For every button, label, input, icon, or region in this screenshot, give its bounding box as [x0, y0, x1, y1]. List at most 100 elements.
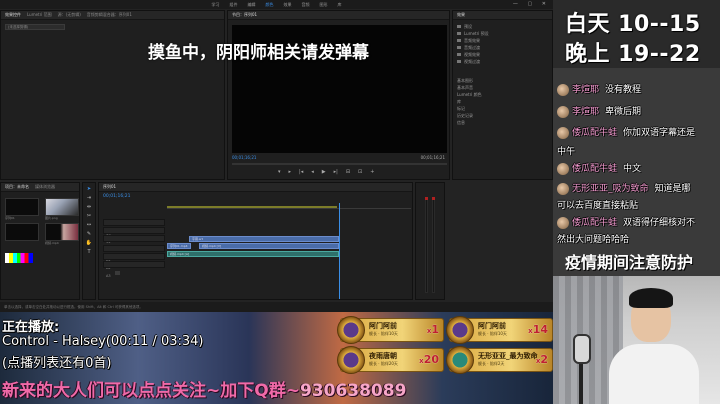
project-item-thumbnail[interactable]	[5, 198, 39, 216]
effects-tree-item[interactable]: 音频过渡	[457, 44, 548, 51]
project-thumbnails: 序列01 图片.png 视频.mp4	[1, 192, 79, 251]
effects-tree-item[interactable]: Lumetri 预设	[457, 30, 548, 37]
guard-badge-icon	[446, 316, 474, 344]
timeline-clip-v2[interactable]: 字幕.srt	[189, 236, 339, 242]
user-avatar	[557, 105, 569, 118]
guard-card: 夜雨唐朝 舰长 · 陪伴20天 x20	[337, 346, 444, 374]
menu-effects[interactable]: 效果	[284, 2, 292, 8]
section-essential-graphics[interactable]: 基本图形	[457, 77, 548, 84]
tab-effects[interactable]: 效果	[457, 12, 465, 18]
tab-lumetri-scopes[interactable]: Lumetri 范围	[27, 12, 52, 18]
folder-icon	[457, 25, 461, 28]
effects-tree-item[interactable]: 视频效果	[457, 51, 548, 58]
microphone-arm	[579, 364, 583, 404]
song-queue: (点播列表还有0首)	[2, 356, 112, 371]
folder-icon	[457, 32, 461, 35]
project-item-thumbnail[interactable]	[45, 223, 79, 241]
section-history[interactable]: 历史记录	[457, 112, 548, 119]
mark-in-icon[interactable]: ▾	[278, 169, 281, 175]
lift-icon[interactable]: ⊟	[346, 169, 350, 175]
window-controls[interactable]: — ▢ ✕	[513, 1, 550, 7]
effects-tree-item[interactable]: 预设	[457, 23, 548, 30]
section-lumetri-color[interactable]: Lumetri 颜色	[457, 91, 548, 98]
step-back-icon[interactable]: |◂	[299, 169, 303, 175]
step-forward-icon[interactable]: ▸|	[334, 169, 338, 175]
tab-timeline-sequence[interactable]: 序列01	[103, 184, 116, 190]
menu-graphics[interactable]: 图形	[320, 2, 328, 8]
menu-assembly[interactable]: 组件	[230, 2, 238, 8]
danmaku-row: 倭瓜配牛蛙 双语得仔细核对不	[557, 215, 717, 229]
effects-panel-tabs: 效果	[453, 11, 552, 20]
danmaku-row: 可以去百度直接粘贴	[557, 201, 639, 211]
track-header-v2[interactable]: V2	[103, 227, 165, 244]
mark-out-icon[interactable]: ▸	[289, 169, 292, 175]
tab-audio-mixer[interactable]: 音频剪辑混合器：序列01	[87, 12, 132, 18]
menu-editing[interactable]: 编辑	[248, 2, 256, 8]
folder-icon	[457, 60, 461, 63]
section-essential-sound[interactable]: 基本声音	[457, 84, 548, 91]
stream-schedule: 白天 10--15 晚上 19--22	[553, 0, 720, 68]
project-panel: 项目：未命名 媒体浏览器 序列01 图片.png 视频.mp4	[0, 182, 80, 300]
microphone	[573, 334, 591, 364]
timeline-playhead[interactable]	[339, 203, 340, 299]
menu-libraries[interactable]: 库	[338, 2, 342, 8]
menu-color[interactable]: 颜色	[266, 2, 274, 8]
timeline-panel: 序列01 00;01;16;21 V3 V2 V1 A1 A2 A3 字幕.sr…	[98, 182, 413, 300]
warning-text: 疫情期间注意防护	[565, 253, 694, 272]
track-header-a1[interactable]: A1	[103, 245, 165, 262]
workspace-menu-bar: 学习 组件 编辑 颜色 效果 音频 图形 库 — ▢ ✕	[0, 0, 553, 9]
timeline-clip-a1[interactable]: 视频.mp4 [A]	[167, 251, 339, 257]
menu-audio[interactable]: 音频	[302, 2, 310, 8]
hand-tool-icon[interactable]: ✋	[85, 240, 93, 246]
pen-tool-icon[interactable]: ✎	[85, 231, 93, 237]
selection-tool-icon[interactable]: ➤	[85, 186, 93, 192]
streamer-body	[609, 344, 699, 404]
section-markers[interactable]: 标记	[457, 105, 548, 112]
guard-card: 阿门阿前 舰长 · 陪伴10天 x1	[337, 316, 444, 344]
tab-media-browser[interactable]: 媒体浏览器	[35, 184, 55, 190]
timeline-clip-v1-left[interactable]: 序列01.mp4	[167, 243, 191, 249]
type-tool-icon[interactable]: T	[85, 249, 93, 255]
track-select-tool-icon[interactable]: ⇥	[85, 195, 93, 201]
timeline-clip-v1[interactable]: 视频.mp4 [V]	[199, 243, 339, 249]
color-bars-thumbnail[interactable]	[5, 253, 33, 263]
play-back-icon[interactable]: ◂	[311, 169, 314, 175]
tab-source[interactable]: 源：(无剪辑)	[58, 12, 81, 18]
export-frame-icon[interactable]: ⊡	[358, 169, 362, 175]
menu-learn[interactable]: 学习	[212, 2, 220, 8]
effects-tree-item[interactable]: 音频效果	[457, 37, 548, 44]
razor-tool-icon[interactable]: ✂	[85, 213, 93, 219]
tab-effect-controls[interactable]: 效果控件	[5, 12, 21, 18]
tab-project[interactable]: 项目：未命名	[5, 184, 29, 190]
track-header-a2[interactable]: A2	[103, 253, 165, 270]
track-toggle[interactable]	[114, 270, 120, 275]
effects-tree-item[interactable]: 视频过渡	[457, 58, 548, 65]
source-panel-tabs: 效果控件 Lumetri 范围 源：(无剪辑) 音频剪辑混合器：序列01	[1, 11, 224, 20]
project-item-label: 图片.png	[45, 216, 58, 220]
project-item-thumbnail[interactable]	[5, 223, 39, 241]
follow-prompt: 新来的大人们可以点点关注~加下Q群~930638089	[2, 381, 407, 401]
effects-panel: 效果 预设 Lumetri 预设 音频效果 音频过渡 视频效果 视频过渡 基本图…	[452, 10, 553, 180]
play-icon[interactable]: ▶	[322, 169, 326, 175]
tab-program[interactable]: 节目：序列01	[232, 12, 257, 18]
project-item-thumbnail[interactable]	[45, 198, 79, 216]
section-info[interactable]: 信息	[457, 119, 548, 126]
track-header-a3[interactable]: A3	[103, 261, 165, 278]
track-header-v3[interactable]: V3	[103, 219, 165, 236]
streamer-hair	[629, 288, 673, 308]
danmaku-row: 中午	[557, 147, 576, 157]
program-scrub-bar[interactable]	[232, 163, 447, 165]
work-area-bar[interactable]	[167, 206, 337, 208]
slip-tool-icon[interactable]: ↔	[85, 222, 93, 228]
add-icon[interactable]: +	[370, 169, 374, 175]
user-avatar	[557, 216, 569, 229]
timeline-timecode[interactable]: 00;01;16;21	[103, 194, 130, 199]
section-libraries[interactable]: 库	[457, 98, 548, 105]
guard-card: 阿门阿前 舰长 · 陪伴10天 x14	[446, 316, 553, 344]
timeline-ruler[interactable]	[167, 203, 411, 209]
track-header-v1[interactable]: V1	[103, 235, 165, 252]
source-panel: 效果控件 Lumetri 范围 源：(无剪辑) 音频剪辑混合器：序列01 (未选…	[0, 10, 225, 180]
ripple-edit-tool-icon[interactable]: ⇹	[85, 204, 93, 210]
clip-indicator	[425, 197, 428, 200]
program-timecode[interactable]: 00;01;16;21	[232, 155, 256, 160]
